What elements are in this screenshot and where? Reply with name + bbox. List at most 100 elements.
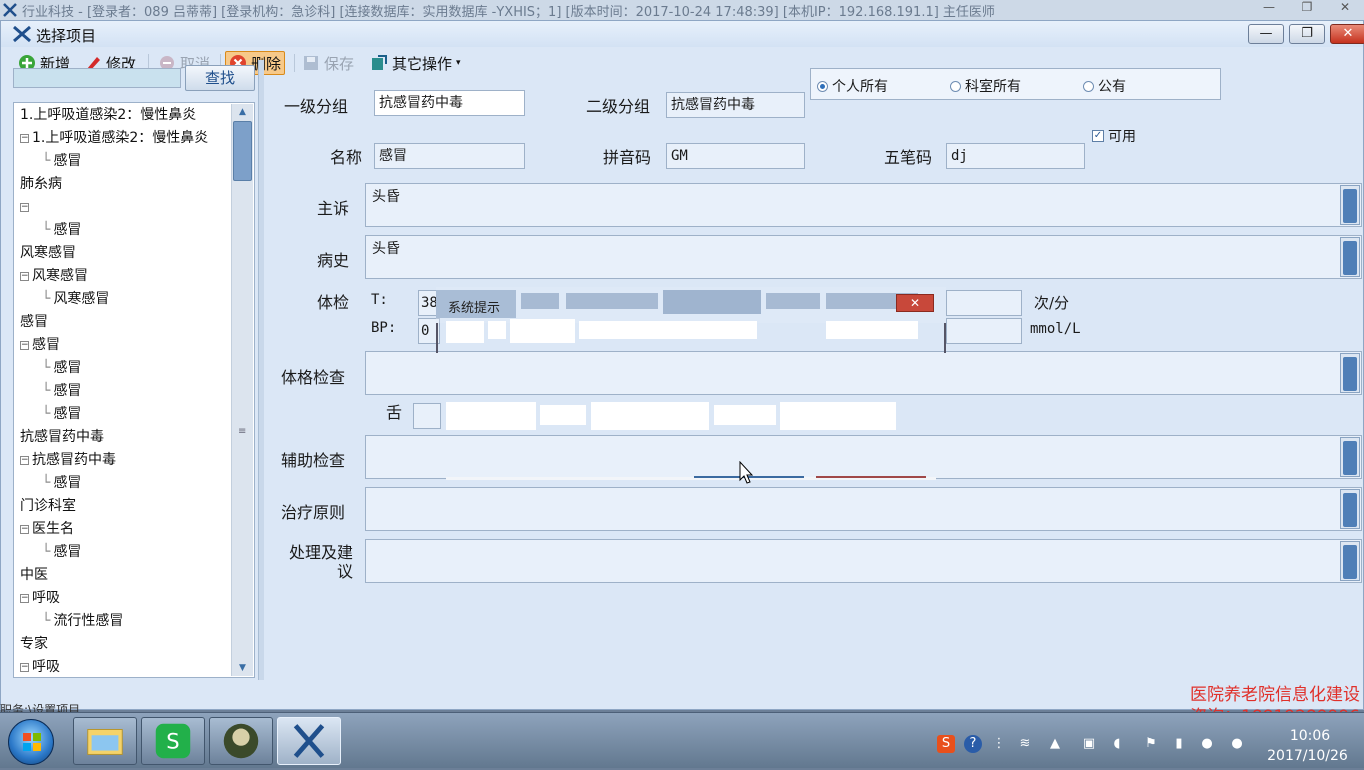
- radio-department[interactable]: 科室所有: [950, 76, 1021, 96]
- tree-node-label: 抗感冒药中毒: [32, 452, 116, 468]
- tree-node[interactable]: − 呼吸: [20, 587, 60, 610]
- minimize-button[interactable]: —: [1248, 24, 1284, 44]
- panel-splitter[interactable]: [258, 60, 264, 680]
- collapse-toggle-icon[interactable]: −: [20, 202, 29, 212]
- qq-icon[interactable]: ●: [1228, 735, 1246, 753]
- pinyin-field[interactable]: GM: [666, 143, 805, 169]
- name-field[interactable]: 感冒: [374, 143, 525, 169]
- taskbar-app-green[interactable]: S: [141, 717, 205, 765]
- search-button[interactable]: 查找: [185, 65, 255, 91]
- clock-date[interactable]: 2017/10/26: [1260, 748, 1355, 764]
- radio-public[interactable]: 公有: [1083, 76, 1126, 96]
- collapse-toggle-icon[interactable]: −: [20, 340, 29, 350]
- tree-node[interactable]: − 风寒感冒: [20, 265, 88, 288]
- help-icon[interactable]: ?: [964, 735, 982, 753]
- scroll-thumb[interactable]: [1343, 493, 1357, 527]
- group1-field[interactable]: 抗感冒药中毒: [374, 90, 525, 116]
- other-actions-menu[interactable]: 其它操作 ▾: [367, 51, 464, 75]
- tree-node[interactable]: 感冒: [20, 311, 48, 334]
- tree-node[interactable]: 专家: [20, 633, 48, 656]
- scroll-thumb[interactable]: [1343, 441, 1357, 475]
- tree-node[interactable]: └ 流行性感冒: [42, 610, 123, 633]
- collapse-toggle-icon[interactable]: −: [20, 524, 29, 534]
- dialog-titlebar[interactable]: 选择项目 — ❐ ✕: [1, 21, 1364, 47]
- maximize-button[interactable]: ❐: [1289, 24, 1325, 44]
- history-scrollbar[interactable]: [1340, 237, 1360, 277]
- bg-restore-button[interactable]: ❐: [1288, 0, 1326, 16]
- tree-node[interactable]: └ 风寒感冒: [42, 288, 109, 311]
- treatment-scrollbar[interactable]: [1340, 541, 1360, 581]
- tree-node[interactable]: −1.上呼吸道感染2：慢性鼻炎: [20, 127, 208, 150]
- scroll-down-icon[interactable]: ▼: [233, 660, 252, 676]
- ime-s-icon[interactable]: S: [937, 735, 955, 753]
- rate-field[interactable]: [946, 290, 1022, 316]
- complaint-scrollbar[interactable]: [1340, 185, 1360, 225]
- clock-time[interactable]: 10:06: [1270, 728, 1350, 744]
- collapse-toggle-icon[interactable]: −: [20, 593, 29, 603]
- scroll-up-icon[interactable]: ▲: [233, 104, 252, 120]
- close-button[interactable]: ✕: [1330, 24, 1364, 44]
- tree-node[interactable]: −: [20, 196, 32, 219]
- tree-node-label: 风寒感冒: [53, 291, 110, 307]
- tree-node[interactable]: 1.上呼吸道感染2：慢性鼻炎: [20, 104, 196, 127]
- qq-icon[interactable]: ●: [1198, 735, 1216, 753]
- item-tree[interactable]: 1.上呼吸道感染2：慢性鼻炎 −1.上呼吸道感染2：慢性鼻炎 └ 感冒 肺糸病 − └ 感冒风…: [13, 102, 255, 678]
- collapse-toggle-icon[interactable]: −: [20, 455, 29, 465]
- collapse-toggle-icon[interactable]: −: [20, 133, 29, 143]
- bg-close-button[interactable]: ✕: [1326, 0, 1364, 16]
- start-button[interactable]: [8, 719, 54, 765]
- tree-node[interactable]: 门诊科室: [20, 495, 76, 518]
- tree-node[interactable]: └ 感冒: [42, 150, 81, 173]
- taskbar-app-photo[interactable]: [209, 717, 273, 765]
- history-textarea[interactable]: 头昏: [365, 235, 1362, 279]
- wubi-field[interactable]: dj: [946, 143, 1085, 169]
- tree-node[interactable]: 风寒感冒: [20, 242, 76, 265]
- tree-node[interactable]: └ 感冒: [42, 219, 81, 242]
- search-input[interactable]: [13, 68, 181, 88]
- tree-node[interactable]: 中医: [20, 564, 48, 587]
- tree-node[interactable]: − 感冒: [20, 334, 60, 357]
- volume-icon[interactable]: ◖: [1108, 735, 1126, 753]
- tree-node[interactable]: − 呼吸: [20, 656, 60, 677]
- physical-exam-scrollbar[interactable]: [1340, 353, 1360, 393]
- taskbar-his-app[interactable]: [277, 717, 341, 765]
- tree-node[interactable]: 抗感冒药中毒: [20, 426, 104, 449]
- group2-field[interactable]: 抗感冒药中毒: [666, 92, 805, 118]
- bg-minimize-button[interactable]: —: [1250, 0, 1288, 16]
- tree-node[interactable]: └ 感冒: [42, 472, 81, 495]
- tree-node[interactable]: 肺糸病: [20, 173, 62, 196]
- scroll-thumb[interactable]: [1343, 189, 1357, 223]
- enabled-checkbox[interactable]: ✓ 可用: [1092, 126, 1136, 146]
- collapse-toggle-icon[interactable]: −: [20, 662, 29, 672]
- flag-icon[interactable]: ⚑: [1142, 735, 1160, 753]
- tree-scrollbar[interactable]: ▲ ≡ ▼: [231, 104, 253, 676]
- tree-node[interactable]: − 医生名: [20, 518, 74, 541]
- tree-node[interactable]: − 抗感冒药中毒: [20, 449, 116, 472]
- network-icon[interactable]: ▣: [1080, 735, 1098, 753]
- scroll-thumb[interactable]: [1343, 241, 1357, 275]
- scroll-thumb[interactable]: [1343, 357, 1357, 391]
- treatment-textarea[interactable]: [365, 539, 1362, 583]
- usb-icon[interactable]: ▮: [1170, 735, 1188, 753]
- popup-close-button[interactable]: ✕: [896, 294, 934, 312]
- tree-node[interactable]: └ 感冒: [42, 541, 81, 564]
- scroll-thumb[interactable]: [1343, 545, 1357, 579]
- collapse-toggle-icon[interactable]: −: [20, 271, 29, 281]
- complaint-textarea[interactable]: 头昏: [365, 183, 1362, 227]
- tree-node[interactable]: └ 感冒: [42, 357, 81, 380]
- tree-node[interactable]: └ 感冒: [42, 403, 81, 426]
- radio-personal[interactable]: 个人所有: [817, 76, 888, 96]
- tray-expand-icon[interactable]: ⋮: [990, 735, 1008, 753]
- principle-textarea[interactable]: [365, 487, 1362, 531]
- popup-band: [591, 402, 709, 430]
- aux-exam-scrollbar[interactable]: [1340, 437, 1360, 477]
- taskbar-explorer[interactable]: [73, 717, 137, 765]
- save-button[interactable]: 保存: [299, 51, 357, 75]
- principle-scrollbar[interactable]: [1340, 489, 1360, 529]
- scroll-thumb[interactable]: [233, 121, 252, 181]
- tree-node-label: 感冒: [53, 406, 82, 422]
- tree-node[interactable]: └ 感冒: [42, 380, 81, 403]
- glucose-field[interactable]: [946, 318, 1022, 344]
- wifi-icon[interactable]: ≋: [1016, 735, 1034, 753]
- show-hidden-icons[interactable]: ▲: [1046, 735, 1064, 753]
